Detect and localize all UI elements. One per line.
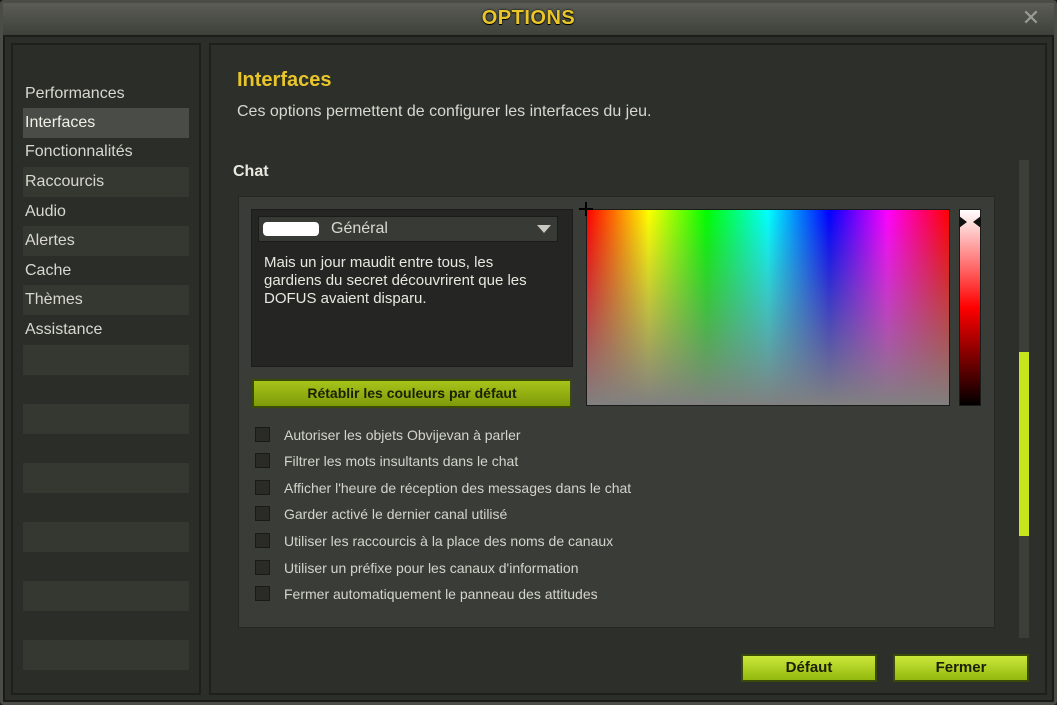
checkbox[interactable] [255, 533, 270, 548]
default-button[interactable]: Défaut [741, 654, 877, 682]
page-description: Ces options permettent de configurer les… [237, 103, 652, 120]
options-window: OPTIONS ✕ Performances Interfaces Foncti… [0, 0, 1057, 705]
sidebar-empty-row [23, 522, 189, 552]
option-label: Filtrer les mots insultants dans le chat [284, 453, 519, 469]
sidebar-item-cache[interactable]: Cache [23, 256, 189, 286]
option-label: Autoriser les objets Obvijevan à parler [284, 427, 521, 443]
sidebar-item-audio[interactable]: Audio [23, 197, 189, 227]
chat-preview-text: Mais un jour maudit entre tous, les gard… [264, 254, 527, 307]
option-label: Afficher l'heure de réception des messag… [284, 480, 632, 496]
chat-preview-box: Général Mais un jour maudit entre tous, … [251, 209, 573, 367]
page-title: Interfaces [237, 69, 332, 91]
window-title: OPTIONS [481, 7, 576, 29]
checkbox[interactable] [255, 453, 270, 468]
section-title-chat: Chat [233, 163, 269, 180]
main-content: Interfaces Ces options permettent de con… [209, 43, 1047, 695]
option-label: Garder activé le dernier canal utilisé [284, 506, 508, 522]
lightness-slider[interactable] [959, 209, 981, 406]
reset-colors-button[interactable]: Rétablir les couleurs par défaut [252, 379, 572, 408]
color-picker-gradient[interactable] [586, 209, 950, 406]
close-button[interactable]: Fermer [893, 654, 1029, 682]
sidebar: Performances Interfaces Fonctionnalités … [11, 43, 201, 695]
scrollbar-thumb[interactable] [1019, 352, 1029, 536]
checkbox[interactable] [255, 480, 270, 495]
sidebar-empty-row [23, 463, 189, 493]
sidebar-empty-row [23, 404, 189, 434]
sidebar-empty-row [23, 640, 189, 670]
option-label: Fermer automatiquement le panneau des at… [284, 586, 598, 602]
chat-settings-panel: Général Mais un jour maudit entre tous, … [238, 196, 995, 628]
sidebar-item-raccourcis[interactable]: Raccourcis [23, 167, 189, 197]
checkbox[interactable] [255, 506, 270, 521]
crosshair-icon[interactable] [579, 202, 593, 216]
title-bar: OPTIONS ✕ [3, 3, 1054, 37]
sidebar-item-themes[interactable]: Thèmes [23, 285, 189, 315]
checkbox[interactable] [255, 586, 270, 601]
chevron-down-icon [537, 225, 551, 233]
sidebar-item-assistance[interactable]: Assistance [23, 315, 189, 345]
close-icon[interactable]: ✕ [1020, 8, 1042, 30]
sidebar-item-fonctionnalites[interactable]: Fonctionnalités [23, 137, 189, 167]
sidebar-item-interfaces[interactable]: Interfaces [23, 108, 189, 138]
sidebar-item-alertes[interactable]: Alertes [23, 226, 189, 256]
checkbox[interactable] [255, 560, 270, 575]
option-label: Utiliser les raccourcis à la place des n… [284, 533, 614, 549]
channel-color-swatch [263, 222, 319, 236]
sidebar-item-performances[interactable]: Performances [23, 79, 189, 109]
slider-handle-icon[interactable] [959, 216, 981, 228]
sidebar-empty-row [23, 345, 189, 375]
checkbox[interactable] [255, 427, 270, 442]
channel-select-value: Général [331, 220, 388, 237]
option-label: Utiliser un préfixe pour les canaux d'in… [284, 560, 579, 576]
channel-select[interactable]: Général [258, 216, 558, 242]
sidebar-empty-row [23, 581, 189, 611]
